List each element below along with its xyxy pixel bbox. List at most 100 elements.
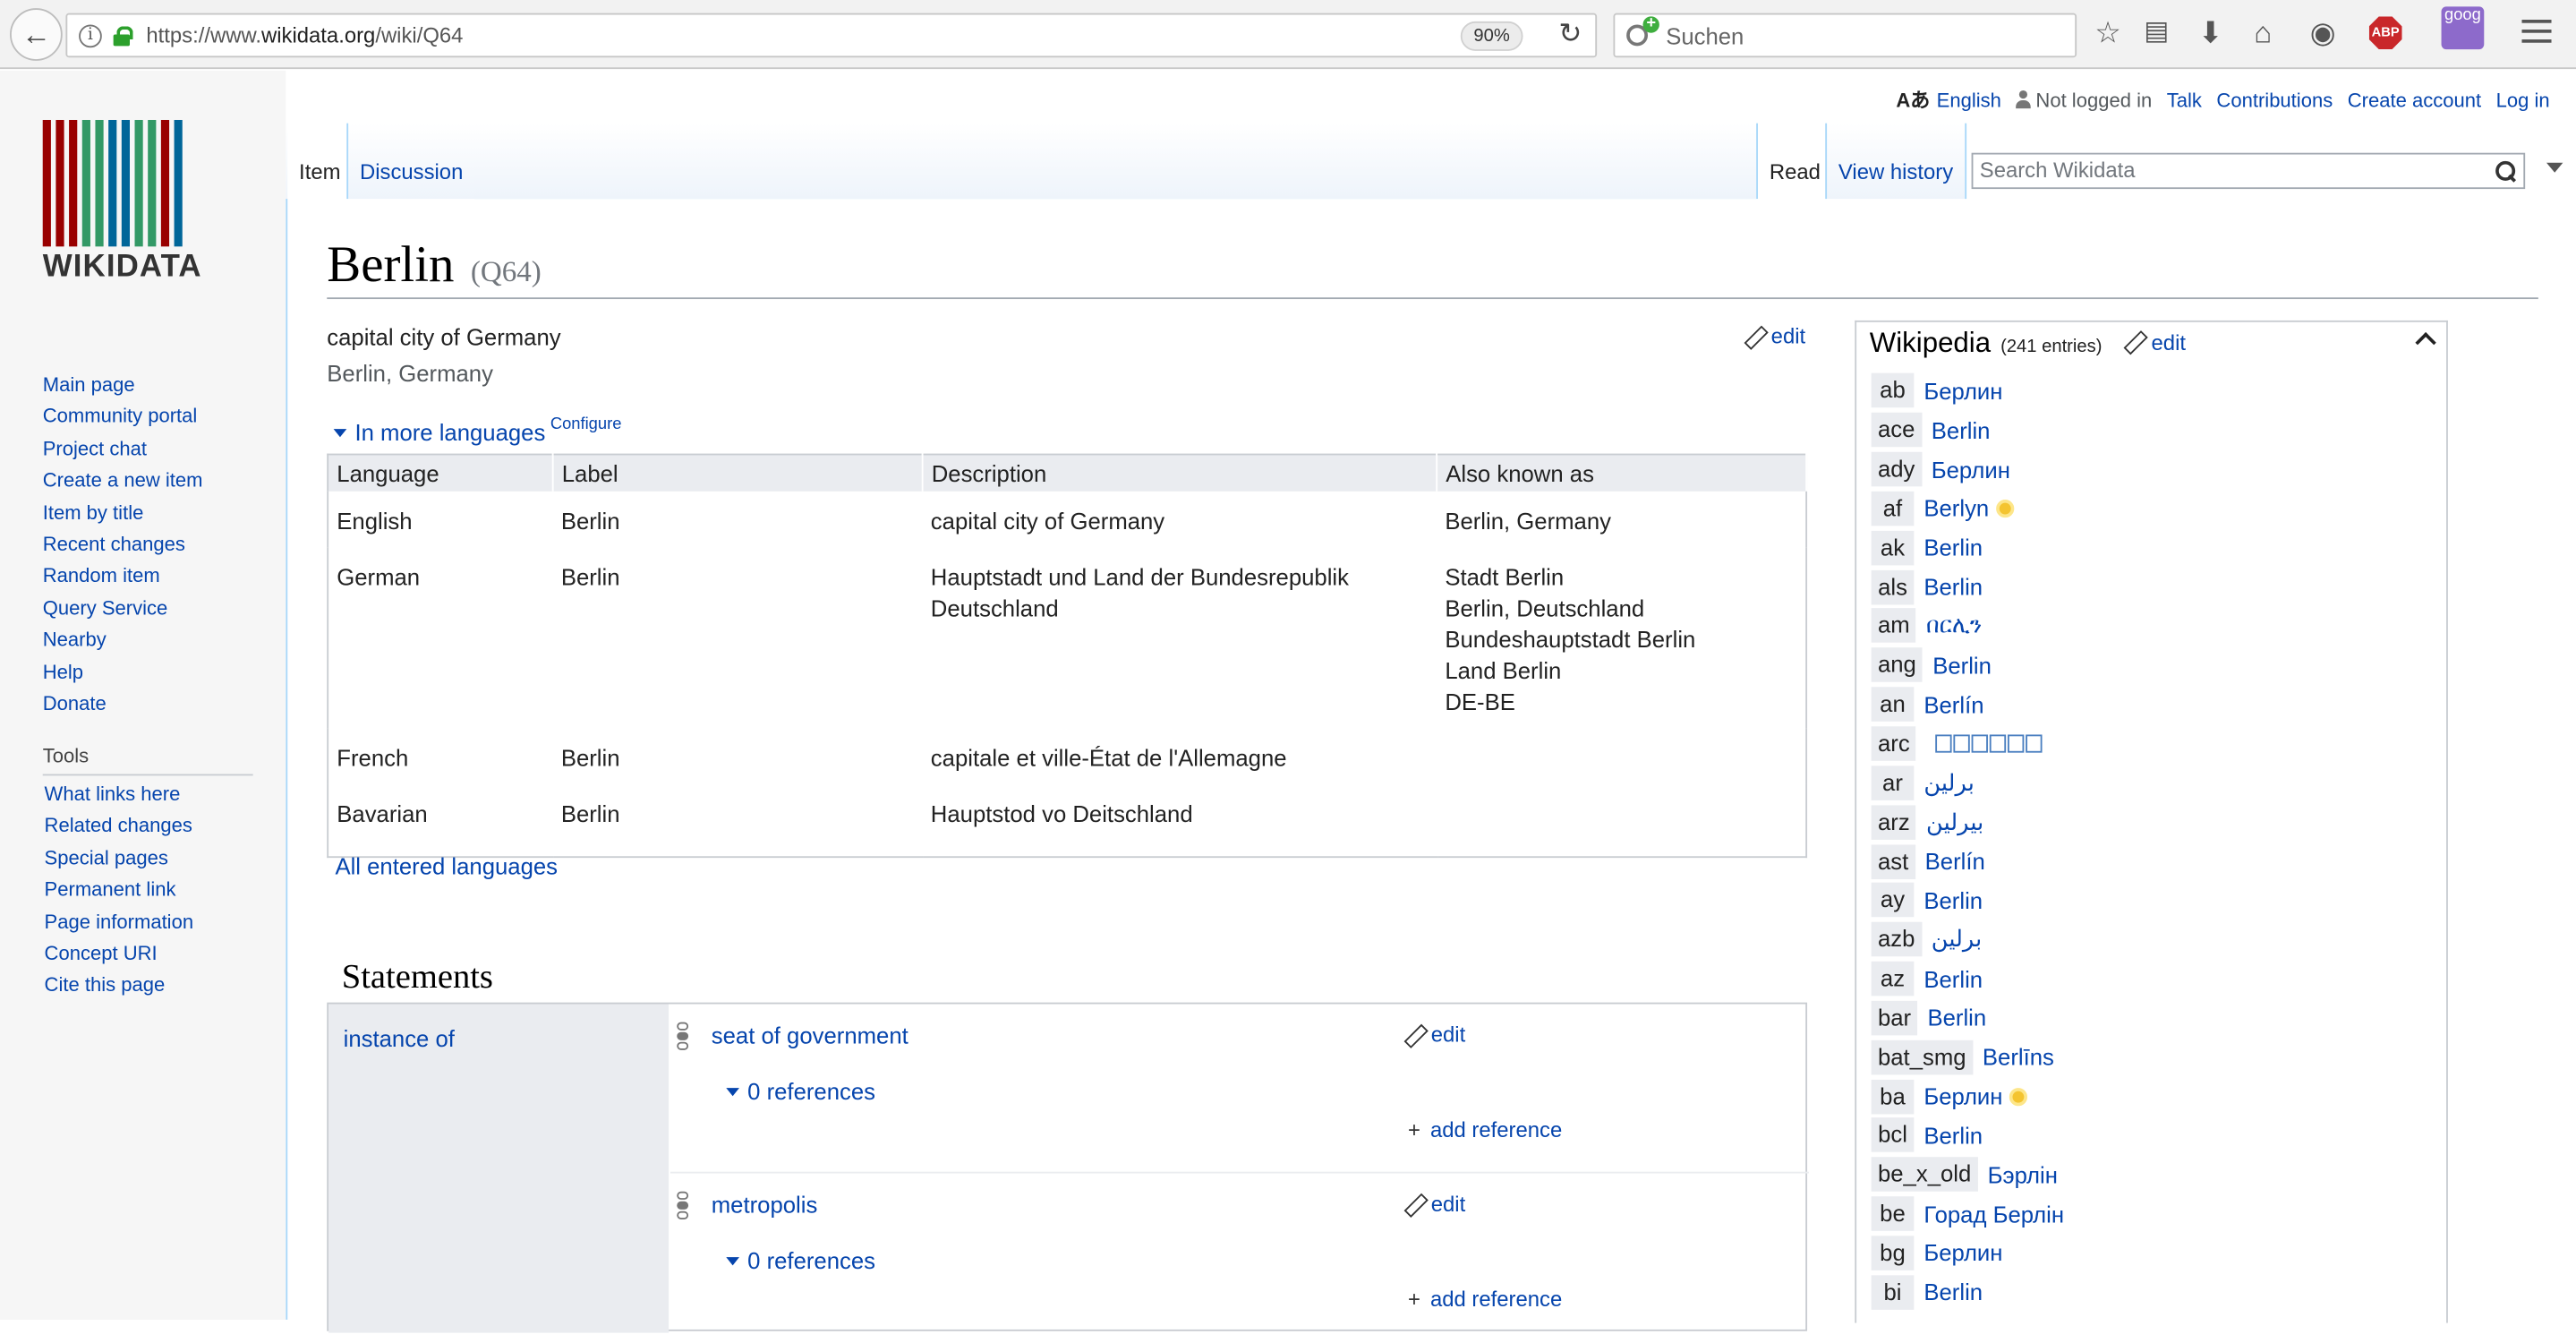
wikidata-logo[interactable]: WIKIDATA (42, 119, 202, 286)
contributions-link[interactable]: Contributions (2216, 88, 2333, 111)
sitelink-title[interactable]: Berlin (1923, 1279, 1983, 1305)
tab-read[interactable]: Read (1756, 123, 1832, 201)
url-text[interactable]: https://www.wikidata.org/wiki/Q64 (146, 23, 463, 48)
sitelink-title[interactable]: برلين (1923, 769, 1974, 797)
configure-link[interactable]: Configure (550, 415, 622, 432)
info-icon[interactable]: i (79, 23, 102, 47)
sitelink-title[interactable]: Berlin (1923, 965, 1983, 991)
browser-search-input[interactable]: Suchen (1613, 13, 2077, 58)
item-description: capital city of Germany (327, 323, 561, 350)
add-reference-button[interactable]: + add reference (1408, 1287, 1562, 1312)
nav-item-by-title[interactable]: Item by title (43, 500, 203, 533)
unrendered-glyphs-icon[interactable] (1936, 734, 2044, 753)
sitelink-title[interactable]: Berlin (1923, 887, 1983, 913)
wiki-search-input[interactable]: Search Wikidata (1971, 152, 2526, 190)
language-link[interactable]: English (1937, 88, 2001, 111)
zoom-indicator[interactable]: 90% (1460, 21, 1523, 51)
sitelink-title[interactable]: Горад Берлін (1923, 1201, 2064, 1227)
tool-what-links-here[interactable]: What links here (45, 783, 194, 815)
claim-edit-button[interactable]: edit (1404, 1022, 1465, 1048)
add-reference-button[interactable]: + add reference (1408, 1117, 1562, 1142)
col-description: Description (922, 454, 1438, 491)
tool-page-information[interactable]: Page information (45, 910, 194, 942)
sitelink-title[interactable]: Berlin (1932, 652, 1992, 678)
sitelink-title[interactable]: برلین (1932, 926, 1982, 954)
label-cell: Berlin (560, 743, 620, 770)
tool-related-changes[interactable]: Related changes (45, 814, 194, 846)
sitelink-title[interactable]: Berlin (1932, 417, 1991, 443)
sitelink-title[interactable]: Берлин (1923, 1240, 2002, 1266)
more-languages-toggle[interactable]: In more languages Configure (333, 415, 621, 445)
sitelink-title[interactable]: Berlyn (1923, 495, 1989, 521)
adblock-icon[interactable]: ABP (2368, 16, 2402, 50)
all-entered-languages-link[interactable]: All entered languages (335, 853, 558, 879)
log-in-link[interactable]: Log in (2496, 88, 2550, 111)
rank-selector-icon[interactable] (677, 1022, 690, 1052)
sitelink-title[interactable]: Berlin (1923, 574, 1983, 600)
tab-item[interactable]: Item (287, 123, 353, 201)
nav-random-item[interactable]: Random item (43, 564, 203, 596)
sitelink-code: ast (1871, 843, 1915, 879)
nav-project-chat[interactable]: Project chat (43, 437, 203, 469)
back-button[interactable]: ← (10, 8, 63, 61)
tool-concept-uri[interactable]: Concept URI (45, 942, 194, 974)
download-icon[interactable]: ⬇ (2198, 16, 2223, 49)
claim-value-link[interactable]: seat of government (712, 1022, 908, 1048)
alias: Berlin, Deutschland (1445, 594, 1645, 620)
nav-main-page[interactable]: Main page (43, 373, 203, 406)
sitelink-title[interactable]: Бэрлін (1988, 1161, 2058, 1187)
tab-view-history[interactable]: View history (1825, 123, 1966, 201)
search-icon[interactable] (2495, 160, 2516, 181)
sitelink-title[interactable]: Berlin (1923, 535, 1983, 560)
extension-icon[interactable]: goog (2441, 6, 2485, 50)
bookmark-star-icon[interactable]: ☆ (2094, 16, 2121, 49)
nav-recent-changes[interactable]: Recent changes (43, 533, 203, 565)
collapse-chevron-icon[interactable] (2415, 332, 2436, 354)
nav-help[interactable]: Help (43, 660, 203, 692)
nav-query-service[interactable]: Query Service (43, 596, 203, 629)
more-actions-icon[interactable] (2546, 162, 2563, 173)
search-engine-icon[interactable] (1626, 15, 1659, 48)
nav-donate[interactable]: Donate (43, 692, 203, 724)
wikipedia-sitelinks: Wikipedia (241 entries) edit ab Берлин ace… (1855, 320, 2448, 1323)
lock-icon[interactable] (113, 25, 133, 46)
reload-icon[interactable]: ↻ (1558, 18, 1582, 51)
talk-link[interactable]: Talk (2167, 88, 2202, 111)
sitelink-title[interactable]: Berlīns (1983, 1044, 2054, 1070)
language-settings-icon[interactable]: Aあ (1896, 85, 1930, 113)
tool-permanent-link[interactable]: Permanent link (45, 877, 194, 910)
property-link[interactable]: instance of (344, 1025, 455, 1051)
nav-create-new-item[interactable]: Create a new item (43, 468, 203, 500)
reading-list-icon[interactable]: ▤ (2144, 16, 2169, 49)
sitelink-title[interactable]: Берлин (1923, 378, 2002, 404)
hamburger-menu-icon[interactable] (2521, 20, 2552, 49)
sitelink-code: ak (1871, 530, 1915, 566)
tool-cite-this-page[interactable]: Cite this page (45, 973, 194, 1005)
sitelink-title[interactable]: Берлин (1932, 457, 2010, 483)
sitelink-title[interactable]: Berlín (1923, 691, 1983, 717)
tab-discussion[interactable]: Discussion (346, 123, 475, 201)
claim-value-link[interactable]: metropolis (712, 1192, 818, 1218)
claim-edit-button[interactable]: edit (1404, 1192, 1465, 1217)
references-toggle[interactable]: 0 references (726, 1247, 875, 1274)
create-account-link[interactable]: Create account (2348, 88, 2481, 111)
nav-nearby[interactable]: Nearby (43, 628, 203, 660)
pocket-icon[interactable]: ◉ (2310, 16, 2336, 49)
sitelink-title[interactable]: Berlin (1927, 1005, 1986, 1031)
sitelink-title[interactable]: بيرلين (1926, 808, 1983, 836)
sitelink-title[interactable]: በርሊን (1926, 612, 1982, 640)
sitelink-row: ast Berlín (1871, 842, 2064, 881)
sitelink-title[interactable]: Berlín (1925, 848, 1985, 874)
references-toggle[interactable]: 0 references (726, 1078, 875, 1104)
language-cell: German (337, 562, 421, 590)
home-icon[interactable]: ⌂ (2254, 16, 2272, 49)
rank-selector-icon[interactable] (677, 1191, 690, 1221)
header-edit-button[interactable]: edit (1744, 324, 1805, 349)
sitelink-title[interactable]: Берлин (1923, 1083, 2002, 1109)
address-bar[interactable]: i https://www.wikidata.org/wiki/Q64 90% … (65, 13, 1598, 58)
tool-special-pages[interactable]: Special pages (45, 846, 194, 878)
nav-community-portal[interactable]: Community portal (43, 405, 203, 437)
sitelinks-edit-button[interactable]: edit (2125, 329, 2186, 355)
sitelink-title[interactable]: Berlin (1923, 1123, 1983, 1149)
sitelink-row: be Горад Берлін (1871, 1194, 2064, 1234)
